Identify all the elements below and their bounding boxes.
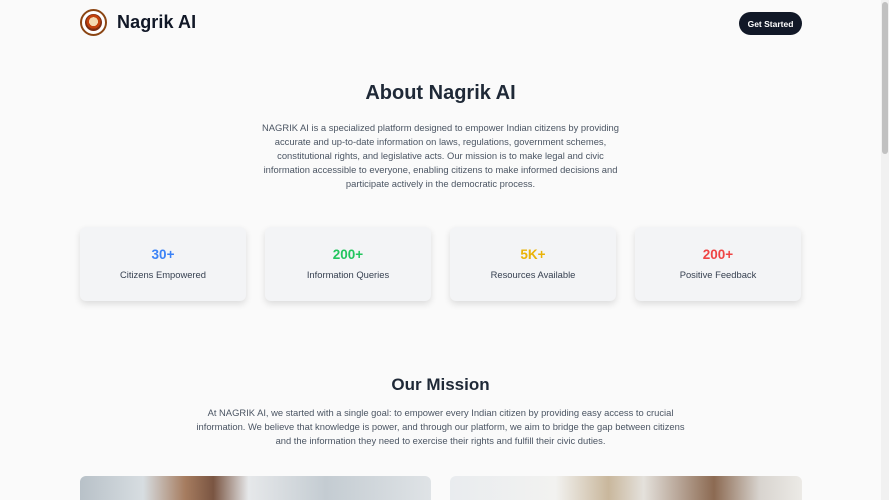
mission-line: information. We believe that knowledge i… [196, 421, 685, 432]
stat-value: 200+ [702, 247, 734, 262]
stat-value: 5K+ [520, 247, 546, 262]
scrollbar-thumb[interactable] [882, 2, 888, 154]
mission-title: Our Mission [391, 375, 490, 394]
about-title: About Nagrik AI [365, 82, 516, 104]
site-header: Nagrik AI Get Started [0, 0, 881, 48]
stat-card-feedback: 200+ Positive Feedback [635, 227, 801, 301]
stat-value: 200+ [332, 247, 364, 262]
mission-line: At NAGRIK AI, we started with a single g… [207, 407, 674, 418]
mission-line: and the information they need to exercis… [275, 435, 606, 446]
about-line: NAGRIK AI is a specialized platform desi… [262, 122, 619, 133]
page-scrollbar[interactable] [881, 0, 889, 500]
page: Nagrik AI Get Started About Nagrik AI NA… [0, 0, 881, 500]
about-line: accurate and up-to-date information on l… [274, 135, 607, 147]
stat-label: Resources Available [490, 269, 576, 280]
about-line: information accessible to everyone, enab… [263, 163, 618, 175]
stat-card-resources: 5K+ Resources Available [450, 227, 616, 301]
mission-paragraph: At NAGRIK AI, we started with a single g… [172, 406, 709, 448]
stat-label: Information Queries [306, 269, 390, 280]
about-paragraph: NAGRIK AI is a specialized platform desi… [250, 121, 631, 191]
team-photo-right [450, 476, 802, 500]
brand-name: Nagrik AI [117, 12, 197, 32]
about-line: constitutional rights, and legislative a… [277, 149, 604, 161]
emblem-icon [80, 9, 107, 36]
get-started-button[interactable]: Get Started [739, 12, 802, 35]
brand[interactable]: Nagrik AI [80, 9, 196, 36]
stat-card-queries: 200+ Information Queries [265, 227, 431, 301]
stat-label: Citizens Empowered [120, 269, 206, 280]
team-photo-left [80, 476, 431, 500]
stat-label: Positive Feedback [679, 269, 757, 280]
stat-card-citizens: 30+ Citizens Empowered [80, 227, 246, 301]
stat-value: 30+ [151, 247, 175, 262]
about-line: participate actively in the democratic p… [345, 177, 536, 189]
